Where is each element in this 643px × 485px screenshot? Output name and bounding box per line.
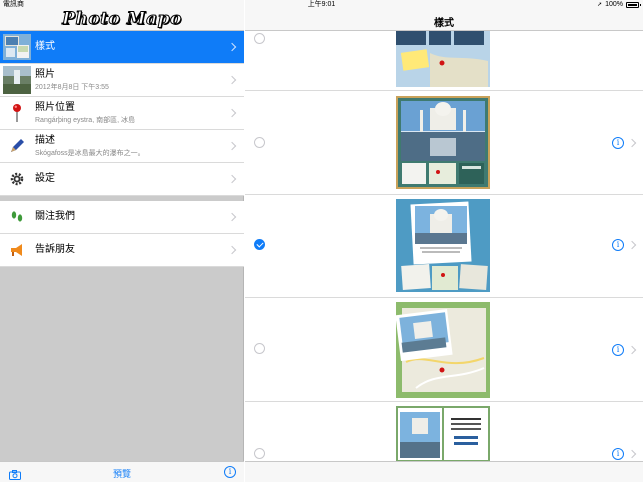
photo-thumbnail [3, 66, 31, 94]
sidebar-item-label: 關注我們 [35, 211, 75, 222]
info-icon[interactable]: i [612, 239, 624, 251]
radio-button[interactable] [254, 137, 265, 148]
status-time: 上午9:01 [307, 1, 336, 8]
sidebar-item-tell-friends[interactable]: 告訴朋友 [0, 234, 244, 267]
style-thumbnail [3, 33, 31, 61]
style-row-1[interactable] [245, 31, 643, 91]
location-text: Rangárþing eystra, 南部區, 冰島 [35, 116, 135, 124]
sidebar-menu: 樣式 照片 2012年8月8日 下午3:55 照片位置 Rangárþing e… [0, 31, 244, 196]
sidebar-item-label: 照片位置 [35, 101, 75, 113]
info-icon[interactable]: i [612, 137, 624, 149]
main-toolbar [245, 461, 643, 482]
sidebar-item-label: 樣式 [35, 41, 55, 52]
style-row-3[interactable]: i [245, 195, 643, 298]
megaphone-icon [3, 242, 31, 258]
info-icon[interactable]: i [612, 344, 624, 356]
chevron-right-icon [629, 240, 635, 250]
description-text: Skógafoss是冰島最大的瀑布之一。 [35, 149, 145, 157]
style-preview [396, 31, 490, 87]
sidebar-social-menu: 關注我們 告訴朋友 [0, 201, 244, 267]
sidebar-item-photo[interactable]: 照片 2012年8月8日 下午3:55 [0, 64, 244, 97]
photo-date: 2012年8月8日 下午3:55 [35, 83, 109, 91]
preview-button[interactable]: 預覽 [0, 467, 244, 480]
chevron-right-icon [229, 245, 235, 255]
style-preview [396, 406, 490, 461]
gear-icon [3, 171, 31, 187]
sidebar-item-settings[interactable]: 設定 [0, 163, 244, 196]
style-row-2[interactable]: i [245, 91, 643, 195]
radio-button[interactable] [254, 343, 265, 354]
app-logo: Photo Mapo [62, 9, 182, 30]
sidebar-toolbar: 預覽 i [0, 461, 244, 482]
chevron-right-icon [229, 212, 235, 222]
battery-percent: 100% [605, 1, 623, 8]
sidebar-item-label: 描述 [35, 134, 55, 146]
radio-button[interactable] [254, 33, 265, 44]
chevron-right-icon [629, 138, 635, 148]
style-list[interactable]: i i i i [245, 31, 643, 461]
info-icon[interactable]: i [612, 448, 624, 460]
chevron-right-icon [229, 42, 235, 52]
style-row-4[interactable]: i [245, 298, 643, 402]
pin-icon [3, 103, 31, 123]
chevron-right-icon [229, 174, 235, 184]
sidebar-item-style[interactable]: 樣式 [0, 31, 244, 64]
sidebar-item-label: 照片 [35, 68, 55, 80]
sidebar-item-label: 告訴朋友 [35, 244, 75, 255]
pen-icon [3, 138, 31, 154]
status-right: ➚ 100% [597, 0, 641, 10]
battery-icon [626, 2, 641, 8]
sidebar: Photo Mapo 樣式 照片 2012年8月8日 下午3:55 照片位置 R… [0, 0, 244, 482]
sidebar-item-description[interactable]: 描述 Skógafoss是冰島最大的瀑布之一。 [0, 130, 244, 163]
sidebar-item-label: 設定 [35, 173, 55, 184]
radio-button[interactable] [254, 239, 265, 250]
style-preview [396, 96, 490, 189]
chevron-right-icon [229, 141, 235, 151]
sidebar-item-follow-us[interactable]: 關注我們 [0, 201, 244, 234]
footprints-icon [3, 209, 31, 225]
style-row-5[interactable]: i [245, 402, 643, 461]
main-panel: 樣式 i i i i [245, 0, 643, 482]
status-bar: 電訊商 上午9:01 ➚ 100% [0, 0, 643, 10]
sidebar-item-photo-location[interactable]: 照片位置 Rangárþing eystra, 南部區, 冰島 [0, 97, 244, 130]
page-title: 樣式 [434, 18, 454, 29]
style-preview [396, 199, 490, 292]
chevron-right-icon [629, 345, 635, 355]
chevron-right-icon [229, 108, 235, 118]
info-icon[interactable]: i [224, 466, 236, 478]
radio-button[interactable] [254, 448, 265, 459]
chevron-right-icon [629, 449, 635, 459]
chevron-right-icon [229, 75, 235, 85]
location-arrow-icon: ➚ [597, 2, 603, 8]
style-preview [396, 302, 490, 398]
